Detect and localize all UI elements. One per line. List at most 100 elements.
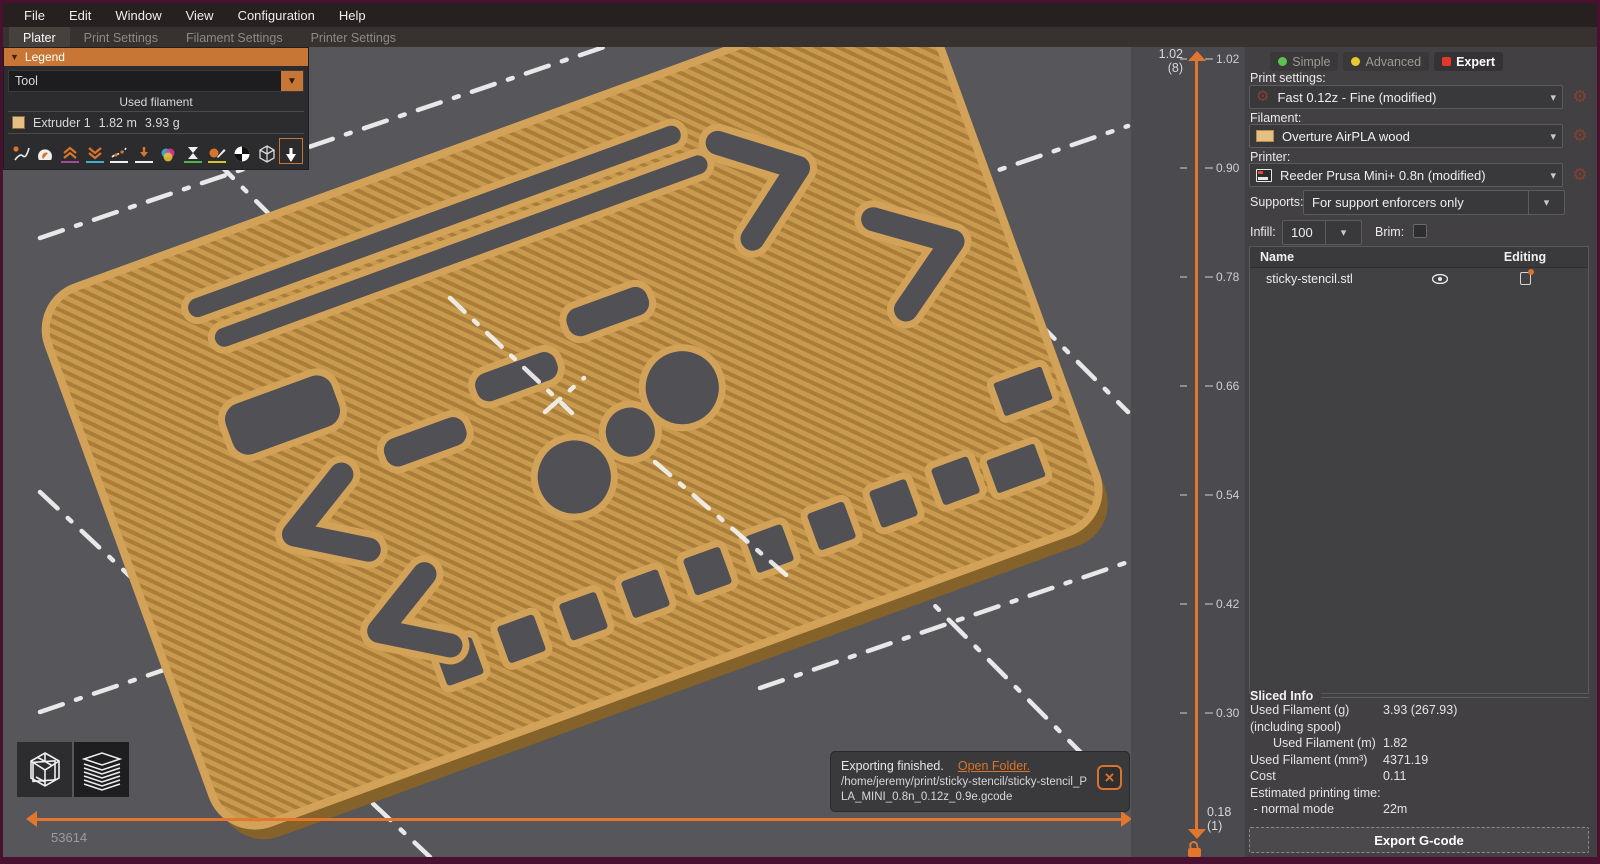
slicer-window: FileEditWindowViewConfigurationHelp Plat…: [0, 0, 1600, 864]
printer-value: Reeder Prusa Mini+ 0.8n (modified): [1280, 168, 1486, 183]
layer-tick[interactable]: 0.30: [1131, 706, 1245, 720]
bottom-layer-height: 0.18: [1207, 805, 1231, 819]
tool-changes-icon[interactable]: [133, 139, 155, 163]
mode-selector: Simple Advanced Expert: [1270, 52, 1503, 71]
edit-object-icon[interactable]: [1520, 272, 1531, 285]
layer-slider-area: 1.02 (8) 1.02 0.90 0.78 0.66: [1131, 47, 1245, 857]
view-type-select[interactable]: Tool ▼: [8, 70, 304, 92]
menu-item[interactable]: Configuration: [227, 6, 326, 25]
filament-color-swatch: [1256, 130, 1274, 142]
filament-combo[interactable]: Overture AirPLA wood ▾: [1249, 124, 1563, 148]
menu-bar: FileEditWindowViewConfigurationHelp: [3, 3, 1597, 27]
menu-item[interactable]: Window: [104, 6, 172, 25]
menu-item[interactable]: Edit: [58, 6, 102, 25]
filament-label: Filament:: [1250, 111, 1301, 125]
mode-color-dot: [1278, 57, 1287, 66]
object-list-header: Name Editing: [1250, 247, 1588, 268]
close-notification-button[interactable]: ×: [1097, 765, 1122, 790]
collapse-icon: ▼: [10, 52, 19, 62]
wipe-icon[interactable]: [35, 139, 57, 163]
deretractions-icon[interactable]: [84, 139, 106, 163]
layer-tick[interactable]: 0.42: [1131, 597, 1245, 611]
3d-view-button[interactable]: [17, 742, 72, 797]
extruder-length: 1.82 m: [99, 116, 137, 130]
tab[interactable]: Printer Settings: [297, 27, 410, 47]
export-gcode-button[interactable]: Export G-code: [1249, 827, 1589, 853]
mode-button[interactable]: Expert: [1434, 52, 1503, 71]
export-notification: Exporting finished. Open Folder. /home/je…: [830, 751, 1130, 812]
custom-gcodes-icon[interactable]: [207, 139, 229, 163]
printer-gear-button[interactable]: ⚙: [1569, 164, 1591, 186]
layer-tick[interactable]: 1.02: [1131, 52, 1245, 66]
move-slider-track[interactable]: [37, 818, 1121, 821]
extruder-weight: 3.93 g: [145, 116, 180, 130]
layer-tick[interactable]: 0.78: [1131, 270, 1245, 284]
menu-item[interactable]: File: [13, 6, 56, 25]
mode-button[interactable]: Simple: [1270, 52, 1338, 71]
sliced-info-row: Used Filament (g) 3.93 (267.93): [1250, 702, 1589, 719]
sliced-info-row: (including spool): [1250, 719, 1589, 736]
retractions-icon[interactable]: [59, 139, 81, 163]
sliced-info-title: Sliced Info: [1250, 689, 1321, 703]
layer-tick[interactable]: 0.66: [1131, 379, 1245, 393]
chevron-down-icon[interactable]: ▼: [281, 71, 303, 91]
move-slider-left-arrow[interactable]: [26, 811, 37, 827]
layer-tick[interactable]: 0.90: [1131, 161, 1245, 175]
open-folder-link[interactable]: Open Folder.: [958, 759, 1030, 773]
sliced-info-section: Sliced Info Used Filament (g) 3.93 (267.…: [1250, 697, 1589, 818]
seams-icon[interactable]: [108, 139, 130, 163]
tool-marker-icon[interactable]: [280, 139, 302, 163]
unlock-icon[interactable]: [1188, 841, 1203, 857]
tab[interactable]: Filament Settings: [172, 27, 297, 47]
object-row[interactable]: sticky-stencil.stl: [1250, 268, 1588, 289]
tab[interactable]: Print Settings: [70, 27, 172, 47]
move-slider-min-value: 53614: [51, 830, 87, 845]
notification-title: Exporting finished.: [841, 759, 944, 773]
mode-color-dot: [1442, 57, 1451, 66]
extruder-color-swatch: [12, 116, 25, 129]
print-settings-gear-button[interactable]: ⚙: [1569, 86, 1591, 108]
layer-slider-bottom-label: 0.18 (1): [1207, 805, 1231, 833]
infill-combo[interactable]: 100 ▾: [1282, 220, 1362, 245]
sliced-info-row: Cost 0.11: [1250, 768, 1589, 785]
exported-file-path: /home/jeremy/print/sticky-stencil/sticky…: [841, 775, 1089, 804]
move-slider-right-arrow[interactable]: [1121, 811, 1131, 827]
object-name: sticky-stencil.stl: [1250, 272, 1418, 286]
supports-combo[interactable]: For support enforcers only ▾: [1303, 190, 1565, 215]
menu-item[interactable]: View: [175, 6, 225, 25]
layer-tick[interactable]: 0.54: [1131, 488, 1245, 502]
legend-panel: ▼ Legend Tool ▼ Used filament Extruder 1…: [3, 47, 309, 170]
layer-slider-lower-handle[interactable]: [1188, 829, 1206, 839]
name-column-header[interactable]: Name: [1250, 247, 1418, 267]
brim-label: Brim:: [1375, 225, 1404, 239]
center-of-mass-icon[interactable]: [231, 139, 253, 163]
visibility-eye-icon[interactable]: [1432, 274, 1448, 284]
extruder-label: Extruder 1: [33, 116, 91, 130]
pause-prints-icon[interactable]: [182, 139, 204, 163]
printer-combo[interactable]: Reeder Prusa Mini+ 0.8n (modified) ▾: [1249, 163, 1563, 187]
print-settings-combo[interactable]: ⚙ Fast 0.12z - Fine (modified) ▾: [1249, 85, 1563, 109]
color-changes-icon[interactable]: [157, 139, 179, 163]
filament-gear-button[interactable]: ⚙: [1569, 125, 1591, 147]
menu-item[interactable]: Help: [328, 6, 377, 25]
layer-slider-ticks: 1.02 0.90 0.78 0.66 0.54 0.42: [1131, 52, 1245, 720]
view-type-value: Tool: [15, 74, 38, 88]
used-filament-header: Used filament: [8, 92, 304, 112]
legend-title: Legend: [25, 50, 65, 64]
shells-icon[interactable]: [256, 139, 278, 163]
mode-color-dot: [1351, 57, 1360, 66]
supports-label: Supports:: [1250, 195, 1304, 209]
gcode-preview-viewport[interactable]: ▼ Legend Tool ▼ Used filament Extruder 1…: [3, 47, 1131, 857]
brim-checkbox[interactable]: [1413, 224, 1427, 238]
mode-button[interactable]: Advanced: [1343, 52, 1429, 71]
legend-header[interactable]: ▼ Legend: [4, 48, 308, 66]
chevron-down-icon: ▾: [1550, 91, 1556, 104]
right-panel: Simple Advanced Expert Print settings: ⚙…: [1245, 47, 1597, 857]
legend-toolbar: [8, 134, 304, 167]
chevron-down-icon: ▾: [1325, 221, 1361, 244]
editing-column-header[interactable]: Editing: [1462, 247, 1588, 267]
object-list: Name Editing sticky-stencil.stl: [1249, 246, 1589, 694]
layers-view-button[interactable]: [74, 742, 129, 797]
travel-paths-icon[interactable]: [10, 139, 32, 163]
tab[interactable]: Plater: [9, 27, 70, 47]
